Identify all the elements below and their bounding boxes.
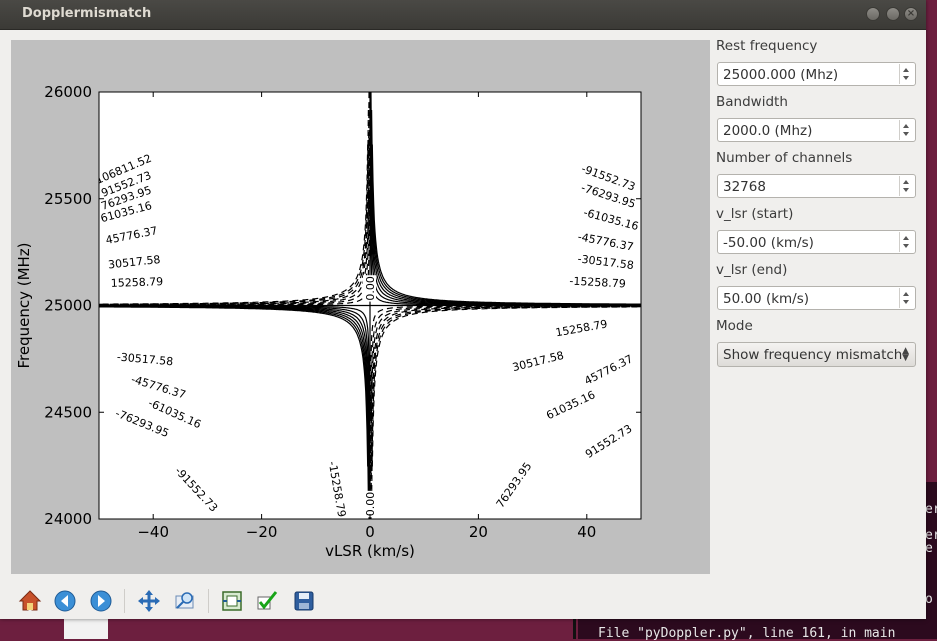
subplots-button[interactable] xyxy=(219,588,245,614)
spin-arrows[interactable] xyxy=(899,288,914,308)
app-window: Dopplermismatch × 106811.52 91552.73 76293… xyxy=(0,0,926,619)
toolbar-separator xyxy=(208,589,209,613)
spin-arrows[interactable] xyxy=(899,64,914,84)
save-icon xyxy=(294,591,314,611)
x-tick-label: 0 xyxy=(365,523,375,541)
spin-arrows[interactable] xyxy=(899,232,914,252)
bandwidth-spinbox[interactable]: 2000.0 (Mhz) xyxy=(717,118,916,142)
pan-button[interactable] xyxy=(136,588,162,614)
spin-down-icon[interactable] xyxy=(903,188,909,192)
home-button[interactable] xyxy=(17,588,43,614)
channels-label: Number of channels xyxy=(716,150,853,166)
vlsr-end-spinbox[interactable]: 50.00 (km/s) xyxy=(717,286,916,310)
spin-up-icon[interactable] xyxy=(903,124,909,128)
spin-down-icon[interactable] xyxy=(903,132,909,136)
bandwidth-label: Bandwidth xyxy=(716,94,788,110)
toolbar-separator xyxy=(124,589,125,613)
channels-spinbox[interactable]: 32768 xyxy=(717,174,916,198)
home-icon xyxy=(18,590,42,611)
x-axis-label: vLSR (km/s) xyxy=(325,542,415,560)
terminal-fragment: e xyxy=(925,541,933,556)
y-axis-label: Frequency (MHz) xyxy=(15,242,33,368)
spin-down-icon[interactable] xyxy=(903,300,909,304)
y-tick-label: 25000 xyxy=(44,297,92,315)
spin-up-icon[interactable] xyxy=(903,68,909,72)
x-tick-label: −20 xyxy=(246,523,278,541)
y-tick-label: 24000 xyxy=(44,510,92,528)
spin-arrows[interactable] xyxy=(899,120,914,140)
subplots-icon xyxy=(222,591,242,611)
contour-label-text: 15258.79 xyxy=(110,275,163,290)
forward-button[interactable] xyxy=(88,588,114,614)
contour-label: 0.00 xyxy=(363,275,377,302)
vlsr-start-label: v_lsr (start) xyxy=(716,206,794,222)
terminal-fragment: er xyxy=(925,502,937,517)
title-bar[interactable]: Dopplermismatch × xyxy=(0,0,926,30)
back-button[interactable] xyxy=(52,588,78,614)
rest-frequency-value[interactable]: 25000.000 (Mhz) xyxy=(723,67,838,83)
forward-icon xyxy=(90,590,112,612)
check-button[interactable] xyxy=(254,588,280,614)
window-title: Dopplermismatch xyxy=(22,6,152,21)
y-tick-label: 24500 xyxy=(44,403,92,421)
x-tick-label: 20 xyxy=(469,523,488,541)
vlsr-start-spinbox[interactable]: -50.00 (km/s) xyxy=(717,230,916,254)
check-icon xyxy=(257,591,278,610)
spin-up-icon[interactable] xyxy=(903,180,909,184)
background-divider xyxy=(573,619,576,639)
contour-label-text: 0.00 xyxy=(364,492,377,517)
vlsr-start-value[interactable]: -50.00 (km/s) xyxy=(723,235,814,251)
minimize-button[interactable] xyxy=(866,7,880,21)
rest-frequency-label: Rest frequency xyxy=(716,38,818,54)
contour-chart: 106811.5291552.7376293.9561035.1645776.3… xyxy=(15,83,642,560)
mode-label: Mode xyxy=(716,318,753,334)
y-tick-label: 25500 xyxy=(44,190,92,208)
zoom-button[interactable] xyxy=(172,588,198,614)
contour-label: 0.00 xyxy=(363,490,377,518)
spin-up-icon[interactable] xyxy=(903,236,909,240)
vlsr-end-label: v_lsr (end) xyxy=(716,262,788,278)
x-tick-label: 40 xyxy=(577,523,596,541)
mode-select[interactable]: Show frequency mismatch ▲ ▼ xyxy=(717,342,916,367)
spin-arrows[interactable] xyxy=(899,176,914,196)
zoom-icon xyxy=(175,592,194,609)
terminal-fragment: o xyxy=(925,592,933,607)
channels-value[interactable]: 32768 xyxy=(723,179,766,195)
spin-up-icon[interactable] xyxy=(903,292,909,296)
spin-down-icon[interactable] xyxy=(903,244,909,248)
save-button[interactable] xyxy=(291,588,317,614)
x-tick-label: −40 xyxy=(137,523,169,541)
vlsr-end-value[interactable]: 50.00 (km/s) xyxy=(723,291,809,307)
rest-frequency-spinbox[interactable]: 25000.000 (Mhz) xyxy=(717,62,916,86)
bandwidth-value[interactable]: 2000.0 (Mhz) xyxy=(723,123,812,139)
contour-label-text: 0.00 xyxy=(364,276,377,301)
plot-canvas[interactable]: 106811.52 91552.73 76293.95 61035.16 45776.3… xyxy=(11,40,710,574)
contour-label: 15258.79 xyxy=(110,274,164,290)
back-icon xyxy=(54,590,76,612)
pan-icon xyxy=(138,590,160,612)
y-tick-label: 26000 xyxy=(44,83,92,101)
maximize-button[interactable] xyxy=(886,7,900,21)
spin-down-icon[interactable] xyxy=(903,76,909,80)
background-window xyxy=(64,619,108,639)
mode-value[interactable]: Show frequency mismatch xyxy=(723,347,902,363)
close-button[interactable]: × xyxy=(904,7,918,21)
updown-chevron-icon: ▲ ▼ xyxy=(902,346,909,363)
